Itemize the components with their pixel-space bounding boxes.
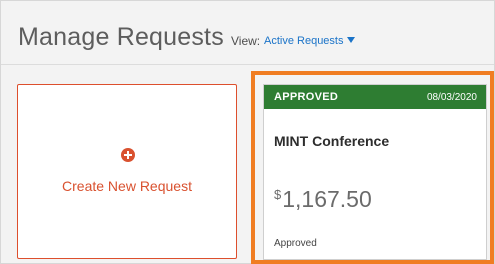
create-new-request-card[interactable]: Create New Request <box>17 84 237 259</box>
request-amount: $1,167.50 <box>274 186 372 213</box>
currency-symbol: $ <box>274 187 282 202</box>
header-divider <box>1 64 494 65</box>
caret-down-icon[interactable] <box>347 37 356 43</box>
request-status-text: Approved <box>274 238 317 249</box>
page-header: Manage Requests View: Active Requests <box>1 1 494 63</box>
request-name: MINT Conference <box>274 133 390 149</box>
create-new-request-label[interactable]: Create New Request <box>18 178 236 194</box>
status-bar: APPROVED 08/03/2020 <box>264 85 486 109</box>
request-date: 08/03/2020 <box>426 92 477 103</box>
view-label: View: <box>231 34 261 48</box>
request-card[interactable]: APPROVED 08/03/2020 MINT Conference $1,1… <box>263 84 487 260</box>
status-label: APPROVED <box>274 91 339 103</box>
plus-circle-icon[interactable] <box>121 148 135 162</box>
view-dropdown[interactable]: Active Requests <box>264 35 356 47</box>
page-title: Manage Requests <box>18 23 224 51</box>
amount-value: 1,167.50 <box>282 186 372 212</box>
view-dropdown-value[interactable]: Active Requests <box>264 35 343 47</box>
